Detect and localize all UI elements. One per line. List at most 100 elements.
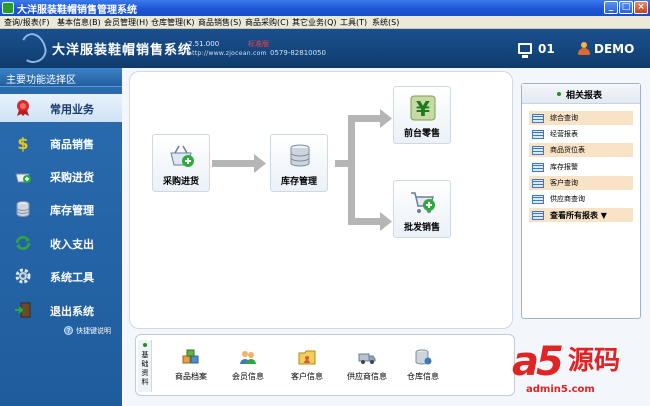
logo-icon [17, 30, 49, 66]
arrow-head-icon [380, 109, 392, 128]
sidebar-item-tools[interactable]: 系统工具 [0, 262, 122, 290]
spreadsheet-icon [532, 211, 544, 220]
bullet-icon [143, 343, 147, 347]
sidebar-item-inventory[interactable]: 库存管理 [0, 195, 122, 223]
warehouse-db-icon [415, 349, 432, 365]
ribbon-award-icon [17, 100, 29, 116]
edition-tag: 标准版 [248, 40, 269, 48]
spreadsheet-icon [532, 114, 544, 123]
folder-people-icon [298, 350, 316, 365]
tile-label: 库存管理 [280, 177, 317, 187]
flow-arrow [348, 115, 355, 225]
truck-icon [358, 353, 376, 364]
maximize-button[interactable]: □ [619, 1, 633, 14]
menu-bar: 查询/报表(F) 基本信息(B) 会员管理(H) 仓库管理(K) 商品销售(S)… [0, 16, 650, 29]
sidebar-item-income[interactable]: 收入支出 [0, 229, 122, 257]
flow-arrow [348, 115, 382, 122]
sidebar-item-label: 库存管理 [50, 204, 94, 217]
report-item[interactable]: 经营报表 [529, 127, 633, 141]
workflow-canvas: 采购进货 库存管理 ¥ 前台零售 批发销售 [129, 71, 513, 329]
app-icon [2, 2, 14, 14]
workflow-stock-tile[interactable]: 库存管理 [270, 134, 328, 192]
phone-number: 0579-82810050 [270, 49, 326, 57]
svg-text:$: $ [17, 134, 28, 152]
minimize-button[interactable]: _ [604, 1, 618, 14]
admin5-watermark: a5 源码 admin5.com [512, 339, 621, 395]
help-icon: ? [64, 326, 73, 335]
spreadsheet-icon [532, 130, 544, 139]
reports-header: 相关报表 [522, 84, 640, 104]
spreadsheet-icon [532, 163, 544, 172]
basket-icon [15, 173, 31, 183]
website-url: http://www.zjocean.com [188, 50, 267, 57]
report-item[interactable]: 客户查询 [529, 176, 633, 190]
bullet-icon [557, 92, 561, 96]
sidebar-item-label: 收入支出 [50, 238, 94, 251]
arrow-head-icon [254, 154, 266, 173]
database-icon [290, 144, 310, 167]
menu-tools[interactable]: 工具(T) [340, 16, 367, 29]
user-name: DEMO [594, 42, 635, 56]
user-icon [578, 42, 590, 55]
sidebar-item-purchase[interactable]: 采购进货 [0, 162, 122, 190]
boxes-icon [182, 349, 199, 364]
sidebar-header: 主要功能选择区 [0, 68, 122, 87]
menu-basic-info[interactable]: 基本信息(B) [57, 16, 101, 29]
spreadsheet-icon [532, 146, 544, 155]
sidebar-item-exit[interactable]: 退出系统 [0, 296, 122, 324]
svg-text:¥: ¥ [416, 97, 430, 121]
sidebar-item-label: 退出系统 [50, 305, 94, 318]
flow-arrow [348, 218, 382, 225]
report-item[interactable]: 商品货位表 [529, 143, 633, 157]
users-icon [240, 351, 256, 364]
report-item[interactable]: 综合查询 [529, 111, 633, 125]
flow-arrow [212, 160, 258, 167]
base-item-members[interactable]: 会员信息 [217, 345, 279, 389]
basket-icon [170, 145, 194, 167]
menu-query-report[interactable]: 查询/报表(F) [4, 16, 50, 29]
window-title-bar: 大洋服装鞋帽销售管理系统 _ □ × [0, 0, 650, 16]
shopping-cart-icon [411, 192, 435, 213]
menu-member[interactable]: 会员管理(H) [104, 16, 148, 29]
workflow-purchase-tile[interactable]: 采购进货 [152, 134, 210, 192]
report-item[interactable]: 供应商查询 [529, 192, 633, 206]
base-data-bar: 基础资料 商品档案 会员信息 客户信息 供应商信息 仓库信息 [135, 334, 515, 396]
exit-door-icon [15, 302, 31, 318]
sidebar: 主要功能选择区 常用业务 $ 商品销售 采购进货 库存管理 收入支出 系统工具 … [0, 68, 122, 406]
menu-other[interactable]: 其它业务(Q) [292, 16, 337, 29]
arrow-head-icon [380, 212, 392, 231]
menu-warehouse[interactable]: 仓库管理(K) [151, 16, 195, 29]
workflow-wholesale-tile[interactable]: 批发销售 [393, 180, 451, 238]
sidebar-item-label: 商品销售 [50, 138, 94, 151]
tile-label: 前台零售 [403, 129, 440, 139]
workflow-retail-tile[interactable]: ¥ 前台零售 [393, 86, 451, 144]
close-button[interactable]: × [634, 1, 648, 14]
report-item[interactable]: 库存报警 [529, 160, 633, 174]
database-icon [16, 201, 30, 217]
related-reports-panel: 相关报表 综合查询 经营报表 商品货位表 库存报警 客户查询 供应商查询 查看所… [521, 83, 641, 319]
base-item-products[interactable]: 商品档案 [160, 345, 222, 389]
view-all-reports-row[interactable]: 查看所有报表 ▼ [529, 208, 633, 222]
sidebar-item-common[interactable]: 常用业务 [0, 94, 122, 122]
spreadsheet-icon [532, 195, 544, 204]
base-item-warehouses[interactable]: 仓库信息 [392, 345, 454, 389]
dollar-icon: $ [17, 134, 28, 152]
base-item-suppliers[interactable]: 供应商信息 [336, 345, 398, 389]
window-title: 大洋服装鞋帽销售管理系统 [17, 5, 137, 16]
gear-icon [15, 268, 31, 284]
menu-purchase[interactable]: 商品采购(C) [245, 16, 289, 29]
sidebar-item-label: 系统工具 [50, 271, 94, 284]
recycle-arrows-icon [15, 236, 31, 250]
sidebar-item-label: 采购进货 [50, 171, 94, 184]
sidebar-item-sales[interactable]: $ 商品销售 [0, 129, 122, 157]
spreadsheet-icon [532, 179, 544, 188]
header-banner: 大洋服装鞋帽销售系统 2.51.000 标准版 http://www.zjoce… [0, 29, 650, 68]
menu-system[interactable]: 系统(S) [372, 16, 399, 29]
shortcut-help-link[interactable]: ? 快捷键说明 [64, 326, 111, 336]
yen-icon: ¥ [410, 95, 436, 121]
station-number: 01 [538, 42, 555, 56]
base-item-customers[interactable]: 客户信息 [276, 345, 338, 389]
menu-sales[interactable]: 商品销售(S) [198, 16, 241, 29]
tile-label: 批发销售 [403, 223, 440, 233]
base-data-tag: 基础资料 [138, 340, 152, 392]
